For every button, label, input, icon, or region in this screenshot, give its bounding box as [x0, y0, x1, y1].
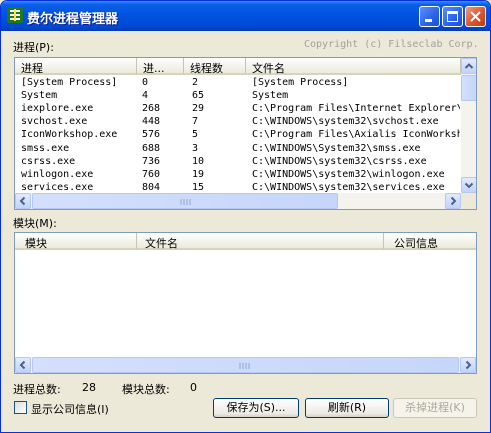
scroll-left-button[interactable]	[15, 193, 31, 209]
file-path-cell: [System Process]	[252, 77, 349, 88]
main-window: 费尔进程管理器 进程(P): Copyright (c) Filseclab C…	[0, 0, 491, 433]
process-name-cell: IconWorkshop.exe	[21, 129, 118, 141]
table-row[interactable]: csrss.exe 736 10 C:\WINDOWS\system32\csrss.…	[15, 156, 455, 169]
arrow-left-icon	[19, 360, 26, 370]
process-name-cell: iexplore.exe	[21, 103, 94, 115]
process-name-cell: System	[21, 90, 58, 102]
save-as-button[interactable]: 保存为(S)...	[213, 398, 299, 418]
file-path-cell: C:\WINDOWS\system32\winlogon.exe	[252, 168, 445, 180]
column-header-module-filename[interactable]: 文件名	[137, 233, 384, 250]
maximize-button[interactable]	[442, 6, 463, 27]
window-title: 费尔进程管理器	[27, 12, 119, 27]
process-list[interactable]: 进程 进... 线程数 文件名 [System Process] 0 2 [Syste…	[14, 57, 477, 210]
thread-count-cell: 29	[192, 103, 205, 115]
file-path-cell: C:\Program Files\Axialis IconWorksh	[252, 129, 460, 141]
thread-count-cell: 65	[192, 90, 205, 102]
pid-cell: 736	[142, 155, 161, 167]
maximize-icon	[447, 11, 458, 22]
thread-count-cell: 19	[192, 168, 205, 180]
table-row[interactable]: IconWorkshop.exe 576 5 C:\Program Files\Axi…	[15, 129, 460, 142]
copyright-text: Copyright (c) Filseclab Corp.	[304, 39, 479, 50]
file-path-cell: C:\Program Files\Internet Explorer\	[252, 103, 460, 115]
scroll-right-button[interactable]	[445, 193, 461, 209]
arrow-right-icon	[450, 196, 457, 206]
pid-cell: 804	[142, 181, 161, 193]
vertical-scroll-thumb[interactable]	[461, 75, 476, 101]
module-list[interactable]: 模块 文件名 公司信息	[14, 232, 477, 374]
process-horizontal-scrollbar[interactable]	[15, 193, 461, 209]
scrollbar-corner	[461, 193, 476, 209]
pid-cell: 688	[142, 142, 161, 154]
module-horizontal-scrollbar[interactable]	[15, 357, 476, 373]
grip-icon	[180, 199, 191, 205]
file-path-cell: C:\WINDOWS\system32\services.exe	[252, 181, 445, 193]
column-header-process[interactable]: 进程	[15, 58, 137, 75]
close-button[interactable]	[465, 6, 486, 27]
table-row[interactable]: iexplore.exe 268 29 C:\Program Files\Intern…	[15, 103, 460, 116]
thread-count-cell: 5	[192, 129, 199, 141]
process-total-value: 28	[82, 381, 96, 394]
thread-count-cell: 3	[192, 142, 199, 154]
module-scroll-left-button[interactable]	[15, 357, 31, 373]
minimize-icon	[425, 19, 432, 22]
process-name-cell: services.exe	[21, 181, 94, 193]
module-total-label: 模块总数:	[122, 383, 170, 396]
arrow-right-icon	[465, 360, 472, 370]
pid-cell: 448	[142, 116, 161, 128]
pid-cell: 0	[142, 77, 149, 88]
process-name-cell: csrss.exe	[21, 155, 76, 167]
file-path-cell: C:\WINDOWS\system32\svchost.exe	[252, 116, 439, 128]
arrow-up-icon	[464, 63, 474, 69]
process-name-cell: smss.exe	[21, 142, 70, 154]
refresh-button[interactable]: 刷新(R)	[305, 398, 389, 418]
module-total-value: 0	[190, 381, 197, 394]
thread-count-cell: 7	[192, 116, 199, 128]
file-path-cell: System	[252, 90, 289, 102]
scroll-down-button[interactable]	[461, 177, 476, 193]
minimize-button[interactable]	[419, 6, 440, 27]
table-row[interactable]: svchost.exe 448 7 C:\WINDOWS\system32\svcho…	[15, 116, 455, 129]
module-horizontal-scroll-thumb[interactable]	[32, 357, 459, 373]
column-header-filename[interactable]: 文件名	[246, 58, 461, 75]
table-row[interactable]: System 4 65 System	[15, 90, 455, 103]
process-name-cell: [System Process]	[21, 77, 118, 88]
process-name-cell: svchost.exe	[21, 116, 88, 128]
process-section-label: 进程(P):	[13, 41, 54, 54]
scroll-up-button[interactable]	[461, 58, 476, 74]
arrow-left-icon	[19, 196, 26, 206]
column-header-threads[interactable]: 线程数	[184, 58, 246, 75]
kill-process-button[interactable]: 杀掉进程(K)	[393, 398, 477, 418]
pid-cell: 268	[142, 103, 161, 115]
horizontal-scroll-thumb[interactable]	[32, 193, 338, 209]
table-row[interactable]: [System Process] 0 2 [System Process]	[15, 77, 455, 90]
process-total-label: 进程总数:	[13, 383, 61, 396]
title-bar[interactable]: 费尔进程管理器	[1, 1, 490, 31]
column-header-pid[interactable]: 进...	[137, 58, 184, 75]
show-company-label[interactable]: 显示公司信息(I)	[31, 401, 109, 417]
grip-icon	[239, 363, 250, 369]
thread-count-cell: 2	[192, 77, 199, 88]
close-icon	[470, 11, 481, 22]
pid-cell: 760	[142, 168, 161, 180]
table-row[interactable]: smss.exe 688 3 C:\WINDOWS\System32\smss.exe	[15, 143, 455, 156]
table-row[interactable]: winlogon.exe 760 19 C:\WINDOWS\system32\win…	[15, 169, 455, 182]
process-vertical-scrollbar[interactable]	[461, 58, 476, 193]
pid-cell: 4	[142, 90, 149, 102]
module-section-label: 模块(M):	[13, 217, 57, 230]
thread-count-cell: 10	[192, 155, 205, 167]
module-scroll-right-button[interactable]	[460, 357, 476, 373]
file-path-cell: C:\WINDOWS\system32\csrss.exe	[252, 155, 427, 167]
arrow-down-icon	[464, 182, 474, 189]
column-header-company[interactable]: 公司信息	[384, 233, 476, 250]
file-path-cell: C:\WINDOWS\System32\smss.exe	[252, 142, 421, 154]
thread-count-cell: 15	[192, 181, 205, 193]
app-icon	[7, 7, 23, 23]
pid-cell: 576	[142, 129, 161, 141]
show-company-checkbox[interactable]	[14, 401, 27, 414]
process-name-cell: winlogon.exe	[21, 168, 94, 180]
column-header-module[interactable]: 模块	[15, 233, 137, 250]
